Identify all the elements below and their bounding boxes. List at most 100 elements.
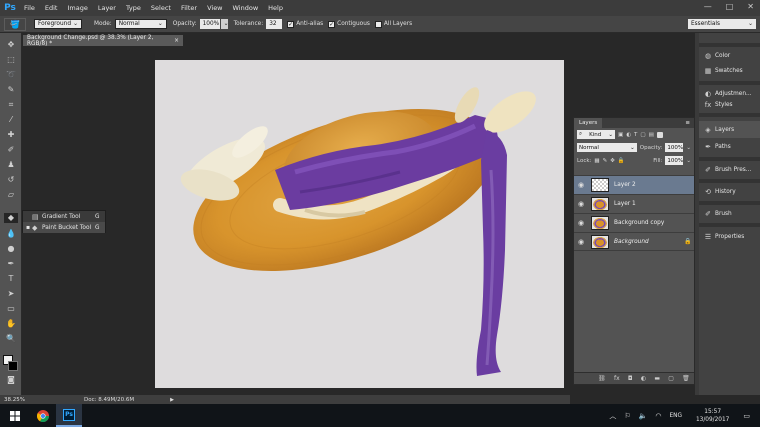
- fill-input[interactable]: 100%: [665, 156, 684, 165]
- wifi-icon[interactable]: ◠: [655, 412, 661, 420]
- network-icon[interactable]: ⚐: [624, 412, 630, 420]
- chevron-down-icon[interactable]: ⌄: [686, 158, 691, 164]
- flyout-item-paint-bucket-tool[interactable]: ▪ ◆ Paint Bucket Tool G: [23, 222, 105, 233]
- blend-mode-select[interactable]: Normal ⌄: [577, 143, 637, 152]
- menu-window[interactable]: Window: [233, 4, 259, 12]
- menu-select[interactable]: Select: [151, 4, 171, 12]
- chevron-down-icon[interactable]: ⌄: [686, 145, 691, 151]
- hand-tool-icon[interactable]: ✋: [4, 319, 18, 329]
- type-tool-icon[interactable]: T: [4, 274, 18, 284]
- layer-row-background[interactable]: ◉ Background 🔒: [574, 232, 694, 251]
- zoom-level[interactable]: 38.25%: [0, 397, 25, 403]
- lock-transparent-icon[interactable]: ▦: [594, 158, 599, 164]
- filter-toggle[interactable]: [656, 131, 663, 138]
- language-indicator[interactable]: ENG: [669, 413, 682, 419]
- taskbar-chrome[interactable]: [30, 404, 56, 427]
- filter-smart-icon[interactable]: ▤: [649, 132, 654, 138]
- menu-filter[interactable]: Filter: [181, 4, 197, 12]
- opacity-dropdown[interactable]: ⌄: [220, 19, 228, 29]
- all-layers-checkbox[interactable]: All Layers: [374, 20, 412, 28]
- lock-pixels-icon[interactable]: ✎: [603, 158, 608, 164]
- tolerance-input[interactable]: 32: [266, 19, 283, 29]
- chevron-up-icon[interactable]: ︿: [609, 411, 616, 421]
- dock-item-history[interactable]: ⟲ History: [699, 183, 760, 200]
- eye-icon[interactable]: ◉: [574, 181, 588, 189]
- dock-item-swatches[interactable]: ▦ Swatches: [699, 62, 760, 79]
- dock-item-styles[interactable]: fx Styles: [699, 100, 760, 110]
- taskbar-photoshop[interactable]: Ps: [56, 404, 82, 427]
- pen-tool-icon[interactable]: ✒: [4, 259, 18, 269]
- dock-item-paths[interactable]: ✒ Paths: [699, 138, 760, 155]
- menu-edit[interactable]: Edit: [45, 4, 58, 12]
- new-layer-icon[interactable]: ▢: [668, 375, 674, 382]
- menu-view[interactable]: View: [207, 4, 222, 12]
- close-button[interactable]: ✕: [747, 2, 754, 11]
- healing-brush-tool-icon[interactable]: ✚: [4, 130, 18, 140]
- menu-help[interactable]: Help: [268, 4, 283, 12]
- eye-icon[interactable]: ◉: [574, 238, 588, 246]
- dock-item-brush[interactable]: ✐ Brush: [699, 205, 760, 222]
- notifications-icon[interactable]: ▭: [743, 412, 750, 420]
- eye-icon[interactable]: ◉: [574, 200, 588, 208]
- marquee-tool-icon[interactable]: ⬚: [4, 55, 18, 65]
- menu-layer[interactable]: Layer: [98, 4, 116, 12]
- crop-tool-icon[interactable]: ⌗: [4, 100, 18, 110]
- dock-item-properties[interactable]: ☰ Properties: [699, 228, 760, 245]
- trash-icon[interactable]: 🗑: [682, 375, 690, 382]
- fx-icon[interactable]: fx: [614, 375, 620, 382]
- lock-all-icon[interactable]: 🔒: [618, 158, 625, 164]
- document-tab[interactable]: Background Change.psd @ 38.3% (Layer 2, …: [23, 35, 183, 47]
- eye-icon[interactable]: ◉: [574, 219, 588, 227]
- background-color-swatch[interactable]: [8, 361, 18, 371]
- clock[interactable]: 15:57 13/09/2017: [696, 408, 729, 424]
- dock-item-brush-presets[interactable]: ✐ Brush Pres...: [699, 161, 760, 178]
- zoom-tool-icon[interactable]: 🔍: [4, 334, 18, 344]
- path-select-tool-icon[interactable]: ➤: [4, 289, 18, 299]
- filter-type-icon[interactable]: T: [634, 132, 637, 138]
- menu-file[interactable]: File: [24, 4, 35, 12]
- close-tab-icon[interactable]: ×: [174, 38, 179, 44]
- layer-row-layer-1[interactable]: ◉ Layer 1: [574, 194, 694, 213]
- mask-icon[interactable]: ◘: [628, 375, 633, 382]
- filter-shape-icon[interactable]: ▢: [640, 132, 645, 138]
- filter-pixel-icon[interactable]: ▣: [618, 132, 623, 138]
- mode-select[interactable]: Normal ⌄: [114, 19, 167, 29]
- photoshop-logo[interactable]: Ps: [2, 1, 18, 15]
- folder-icon[interactable]: ▬: [654, 375, 660, 382]
- history-brush-tool-icon[interactable]: ↺: [4, 175, 18, 185]
- opacity-input[interactable]: 100%: [199, 19, 220, 29]
- lock-position-icon[interactable]: ✥: [610, 158, 615, 164]
- contiguous-checkbox[interactable]: ✓ Contiguous: [328, 20, 370, 28]
- quick-select-tool-icon[interactable]: ✎: [4, 85, 18, 95]
- blur-tool-icon[interactable]: 💧: [4, 229, 18, 239]
- quick-mask-icon[interactable]: ◙: [4, 375, 18, 385]
- tab-layers[interactable]: Layers: [574, 118, 603, 128]
- flyout-item-gradient-tool[interactable]: ▤ Gradient Tool G: [23, 211, 105, 222]
- start-button[interactable]: [0, 404, 30, 427]
- eraser-tool-icon[interactable]: ▱: [4, 190, 18, 200]
- layer-opacity-input[interactable]: 100%: [665, 143, 684, 152]
- panel-menu-icon[interactable]: ≡: [685, 120, 690, 126]
- maximize-button[interactable]: □: [726, 2, 734, 11]
- eyedropper-tool-icon[interactable]: ⁄: [4, 115, 18, 125]
- dock-item-layers[interactable]: ◈ Layers: [699, 121, 760, 138]
- status-menu-icon[interactable]: ▶: [170, 397, 174, 403]
- brush-tool-icon[interactable]: ✐: [4, 145, 18, 155]
- workspace-select[interactable]: Essentials ⌄: [688, 19, 756, 29]
- filter-kind-select[interactable]: ⌕ Kind ⌄: [577, 130, 615, 139]
- document-canvas[interactable]: [155, 60, 564, 388]
- menu-type[interactable]: Type: [126, 4, 141, 12]
- link-icon[interactable]: ⛓: [598, 375, 606, 382]
- tool-preset-picker[interactable]: 🪣: [4, 17, 26, 31]
- paint-bucket-tool-icon[interactable]: ◆: [4, 213, 18, 223]
- move-tool-icon[interactable]: ✥: [4, 40, 18, 50]
- lasso-tool-icon[interactable]: ➰: [4, 70, 18, 80]
- minimize-button[interactable]: —: [704, 2, 712, 11]
- layer-row-background-copy[interactable]: ◉ Background copy: [574, 213, 694, 232]
- dodge-tool-icon[interactable]: ●: [4, 244, 18, 254]
- adjustment-icon[interactable]: ◐: [641, 375, 646, 382]
- filter-adjustment-icon[interactable]: ◐: [626, 132, 631, 138]
- clone-stamp-tool-icon[interactable]: ♟: [4, 160, 18, 170]
- volume-icon[interactable]: 🔈: [639, 412, 648, 420]
- layer-row-layer-2[interactable]: ◉ Layer 2: [574, 175, 694, 194]
